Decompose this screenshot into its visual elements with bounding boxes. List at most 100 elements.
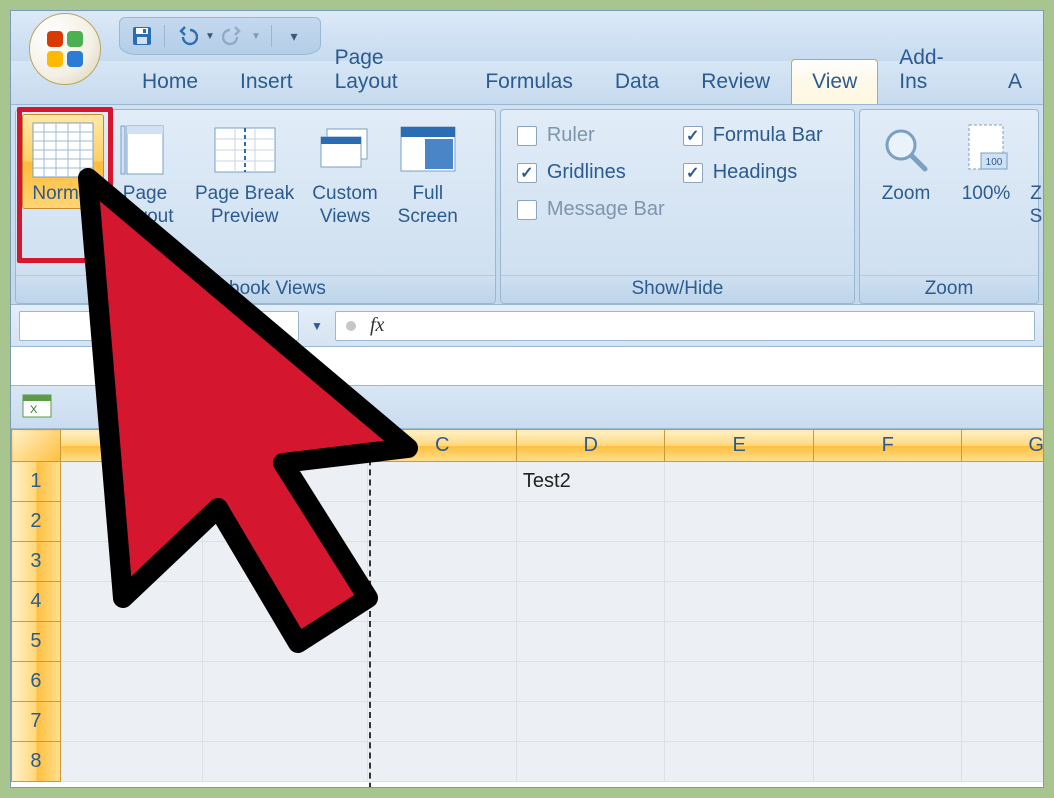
table-row[interactable]: 4	[12, 582, 1044, 622]
tab-page-layout[interactable]: Page Layout	[314, 35, 465, 104]
table-row[interactable]: 6	[12, 662, 1044, 702]
formula-bar-label: Formula Bar	[713, 124, 823, 147]
page-layout-icon	[113, 119, 177, 181]
col-header[interactable]: E	[665, 430, 814, 462]
column-headers[interactable]: A B C D E F G	[12, 430, 1044, 462]
name-box-dropdown-icon[interactable]: ▼	[305, 319, 329, 333]
tab-add-ins[interactable]: Add-Ins	[878, 35, 987, 104]
col-header[interactable]: G	[962, 430, 1043, 462]
group-show-hide: ✓ Ruler ✓ Gridlines ✓ Message Bar ✓	[500, 109, 855, 304]
cell[interactable]: Test2	[516, 462, 665, 502]
cancel-icon	[346, 321, 356, 331]
redo-dropdown-icon[interactable]: ▼	[251, 31, 261, 42]
tab-view[interactable]: View	[791, 59, 878, 104]
zoom-label: Zoom	[882, 183, 931, 206]
formula-input[interactable]: fx	[335, 311, 1035, 341]
zoom-100-label: 100%	[962, 183, 1011, 206]
page-layout-button[interactable]: Page Layout	[104, 114, 186, 232]
normal-view-button[interactable]: Normal	[22, 114, 104, 209]
table-row[interactable]: 1 Test2	[12, 462, 1044, 502]
zoom-100-icon: 100	[954, 119, 1018, 181]
col-header[interactable]: D	[516, 430, 665, 462]
gridlines-label: Gridlines	[547, 161, 626, 184]
row-header[interactable]: 1	[12, 462, 61, 502]
quick-access-toolbar: ▼ ▼ ▾	[119, 17, 321, 55]
fx-icon[interactable]: fx	[370, 314, 384, 337]
row-header[interactable]: 4	[12, 582, 61, 622]
ribbon: Normal Page Layout Page Break Preview	[11, 105, 1043, 305]
office-button[interactable]	[29, 13, 101, 85]
headings-label: Headings	[713, 161, 798, 184]
zoom-sel-label: Z	[1030, 183, 1042, 206]
show-hide-title: Show/Hide	[501, 275, 854, 303]
table-row[interactable]: 3	[12, 542, 1044, 582]
checkbox-icon: ✓	[683, 163, 703, 183]
qat-customize-icon[interactable]: ▾	[282, 24, 306, 48]
worksheet-grid[interactable]: A B C D E F G 1 Test2 2 3 4 5 6 7 8	[11, 429, 1043, 788]
excel-file-icon: X	[21, 393, 55, 421]
workbook-views-title: Workbook Views	[16, 275, 495, 303]
select-all-corner[interactable]	[12, 430, 61, 462]
gap	[11, 347, 1043, 385]
checkbox-icon: ✓	[683, 126, 703, 146]
col-header[interactable]: B	[202, 430, 367, 462]
row-header[interactable]: 7	[12, 702, 61, 742]
undo-dropdown-icon[interactable]: ▼	[205, 31, 215, 42]
formula-bar-checkbox[interactable]: ✓ Formula Bar	[683, 124, 823, 147]
tab-overflow[interactable]: A	[987, 59, 1043, 104]
checkbox-icon: ✓	[517, 200, 537, 220]
zoom-button[interactable]: Zoom	[866, 114, 946, 209]
table-row[interactable]: 5	[12, 622, 1044, 662]
table-row[interactable]: 8	[12, 742, 1044, 782]
ribbon-tabs: Home Insert Page Layout Formulas Data Re…	[11, 61, 1043, 105]
message-bar-label: Message Bar	[547, 198, 665, 221]
full-screen-icon	[396, 119, 460, 181]
undo-icon[interactable]	[175, 24, 199, 48]
freeze-line	[369, 429, 371, 788]
magnifier-icon	[874, 119, 938, 181]
tab-review[interactable]: Review	[680, 59, 791, 104]
col-header[interactable]: F	[813, 430, 962, 462]
full-screen-label: Full Screen	[398, 183, 458, 229]
row-header[interactable]: 6	[12, 662, 61, 702]
normal-view-label: Normal	[32, 183, 93, 206]
page-break-icon	[213, 119, 277, 181]
table-row[interactable]: 2	[12, 502, 1044, 542]
page-break-preview-button[interactable]: Page Break Preview	[186, 114, 303, 232]
headings-checkbox[interactable]: ✓ Headings	[683, 161, 823, 184]
checkbox-icon: ✓	[517, 163, 537, 183]
page-break-label: Page Break Preview	[195, 183, 294, 229]
zoom-selection-button[interactable]: Z S	[1026, 114, 1043, 234]
redo-icon[interactable]	[221, 24, 245, 48]
row-header[interactable]: 5	[12, 622, 61, 662]
message-bar-checkbox: ✓ Message Bar	[517, 198, 665, 221]
svg-text:X: X	[30, 404, 38, 416]
checkbox-icon: ✓	[517, 126, 537, 146]
row-header[interactable]: 8	[12, 742, 61, 782]
col-header[interactable]: A	[60, 430, 202, 462]
row-header[interactable]: 3	[12, 542, 61, 582]
tab-insert[interactable]: Insert	[219, 59, 314, 104]
ruler-label: Ruler	[547, 124, 595, 147]
custom-views-button[interactable]: Custom Views	[303, 114, 386, 232]
svg-text:100: 100	[986, 157, 1003, 168]
name-box[interactable]	[19, 311, 299, 341]
tab-data[interactable]: Data	[594, 59, 680, 104]
col-header[interactable]: C	[368, 430, 517, 462]
group-zoom: Zoom 100 100% Z S Zoom	[859, 109, 1039, 304]
zoom-100-button[interactable]: 100 100%	[946, 114, 1026, 209]
custom-views-icon	[313, 119, 377, 181]
zoom-sel-icon	[1026, 119, 1043, 181]
row-header[interactable]: 2	[12, 502, 61, 542]
group-workbook-views: Normal Page Layout Page Break Preview	[15, 109, 496, 304]
office-logo-icon	[43, 27, 87, 71]
tab-home[interactable]: Home	[121, 59, 219, 104]
full-screen-button[interactable]: Full Screen	[387, 114, 469, 232]
gridlines-checkbox[interactable]: ✓ Gridlines	[517, 161, 665, 184]
workbook-window-bar: X	[11, 385, 1043, 429]
tab-formulas[interactable]: Formulas	[464, 59, 594, 104]
page-layout-label: Page Layout	[116, 183, 173, 229]
table-row[interactable]: 7	[12, 702, 1044, 742]
save-icon[interactable]	[130, 24, 154, 48]
custom-views-label: Custom Views	[312, 183, 377, 229]
